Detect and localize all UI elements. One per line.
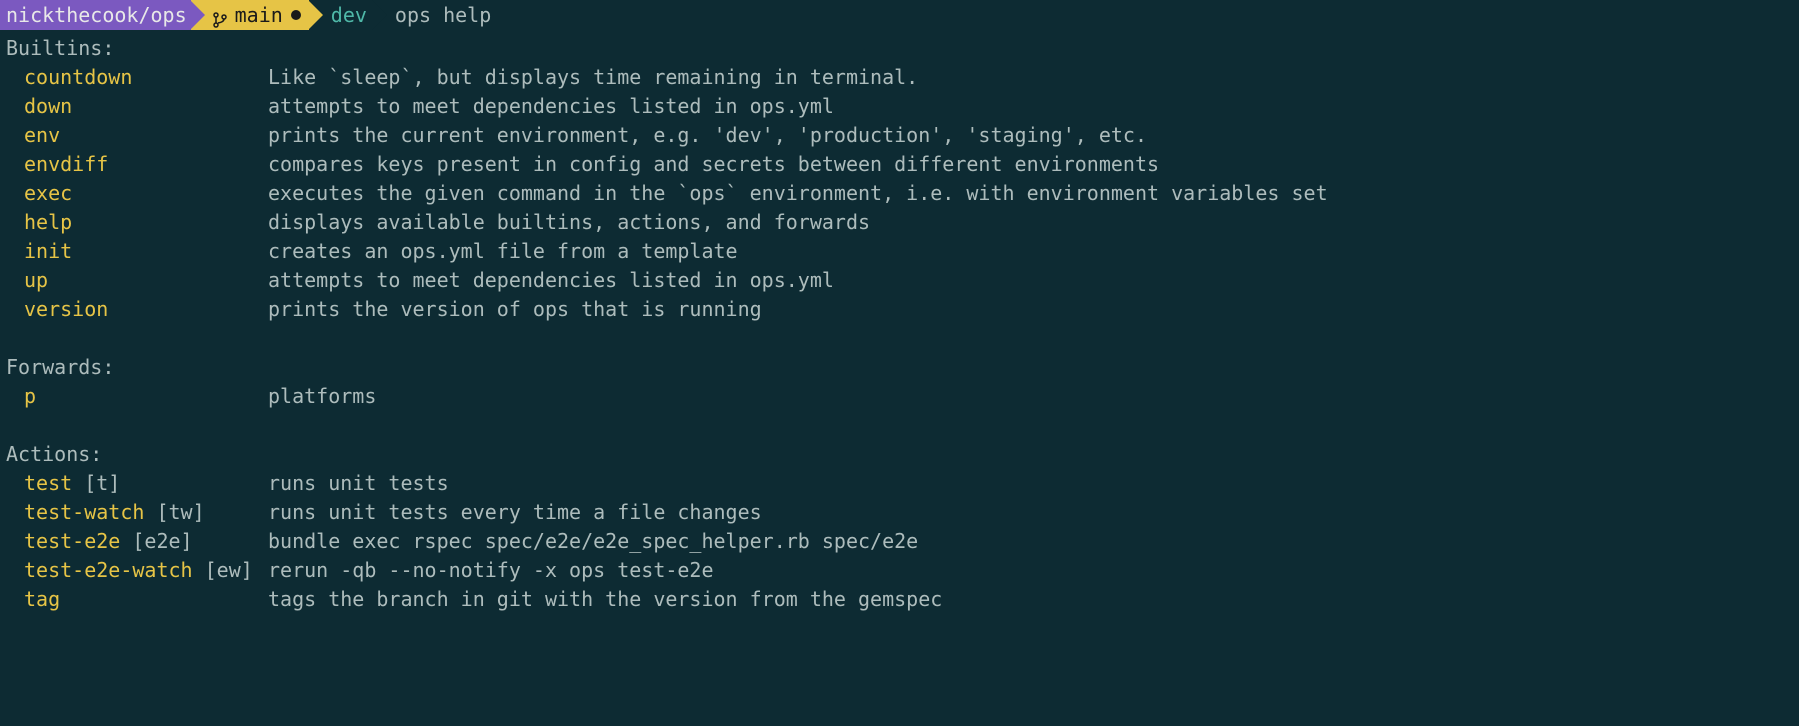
prompt-branch-segment: main	[191, 0, 309, 30]
command-description: executes the given command in the `ops` …	[268, 179, 1328, 208]
command-name: test-watch [tw]	[24, 498, 268, 527]
command-description: prints the current environment, e.g. 'de…	[268, 121, 1147, 150]
command-description: tags the branch in git with the version …	[268, 585, 942, 614]
prompt-path-segment: nickthecook/ops	[0, 0, 191, 30]
command-alias: [ew]	[193, 558, 253, 582]
command-description: Like `sleep`, but displays time remainin…	[268, 63, 918, 92]
prompt-command-segment[interactable]: ops help	[373, 0, 501, 30]
command-name: env	[24, 121, 268, 150]
command-alias: [tw]	[144, 500, 204, 524]
help-row: test-watch [tw]runs unit tests every tim…	[6, 498, 1793, 527]
help-row: test-e2e-watch [ew]rerun -qb --no-notify…	[6, 556, 1793, 585]
command-description: rerun -qb --no-notify -x ops test-e2e	[268, 556, 714, 585]
command-description: attempts to meet dependencies listed in …	[268, 92, 834, 121]
command-description: prints the version of ops that is runnin…	[268, 295, 762, 324]
help-row: upattempts to meet dependencies listed i…	[6, 266, 1793, 295]
command-alias: [e2e]	[120, 529, 192, 553]
prompt-env-segment: dev	[309, 0, 373, 30]
prompt-command: ops help	[395, 1, 491, 30]
help-row: downattempts to meet dependencies listed…	[6, 92, 1793, 121]
help-row: test [t]runs unit tests	[6, 469, 1793, 498]
help-row: envprints the current environment, e.g. …	[6, 121, 1793, 150]
command-name: test-e2e-watch [ew]	[24, 556, 268, 585]
arrow-icon	[372, 0, 387, 30]
help-row: versionprints the version of ops that is…	[6, 295, 1793, 324]
arrow-icon	[190, 0, 205, 30]
section-header: Builtins:	[6, 34, 1793, 63]
command-name: down	[24, 92, 268, 121]
command-name: test-e2e [e2e]	[24, 527, 268, 556]
command-description: runs unit tests	[268, 469, 449, 498]
help-row: tagtags the branch in git with the versi…	[6, 585, 1793, 614]
prompt-branch: main	[235, 1, 283, 30]
command-description: platforms	[268, 382, 376, 411]
command-name: init	[24, 237, 268, 266]
command-description: attempts to meet dependencies listed in …	[268, 266, 834, 295]
help-row: pplatforms	[6, 382, 1793, 411]
section-header: Forwards:	[6, 353, 1793, 382]
help-row: test-e2e [e2e]bundle exec rspec spec/e2e…	[6, 527, 1793, 556]
command-name: up	[24, 266, 268, 295]
command-name: tag	[24, 585, 268, 614]
help-row: envdiffcompares keys present in config a…	[6, 150, 1793, 179]
command-alias: [t]	[72, 471, 120, 495]
terminal-output: Builtins:countdownLike `sleep`, but disp…	[0, 30, 1799, 614]
help-row: execexecutes the given command in the `o…	[6, 179, 1793, 208]
command-name: test [t]	[24, 469, 268, 498]
command-name: envdiff	[24, 150, 268, 179]
help-row: helpdisplays available builtins, actions…	[6, 208, 1793, 237]
command-name: p	[24, 382, 268, 411]
command-name: help	[24, 208, 268, 237]
git-branch-icon	[213, 7, 227, 23]
command-description: compares keys present in config and secr…	[268, 150, 1159, 179]
command-description: runs unit tests every time a file change…	[268, 498, 762, 527]
command-name: version	[24, 295, 268, 324]
command-description: creates an ops.yml file from a template	[268, 237, 738, 266]
prompt-line: nickthecook/ops main dev ops help	[0, 0, 1799, 30]
command-description: displays available builtins, actions, an…	[268, 208, 870, 237]
prompt-path: nickthecook/ops	[6, 1, 187, 30]
section-header: Actions:	[6, 440, 1793, 469]
help-row: countdownLike `sleep`, but displays time…	[6, 63, 1793, 92]
dirty-indicator-icon	[291, 10, 301, 20]
arrow-icon	[308, 0, 323, 30]
command-name: countdown	[24, 63, 268, 92]
prompt-env: dev	[331, 1, 367, 30]
command-description: bundle exec rspec spec/e2e/e2e_spec_help…	[268, 527, 918, 556]
command-name: exec	[24, 179, 268, 208]
help-row: initcreates an ops.yml file from a templ…	[6, 237, 1793, 266]
